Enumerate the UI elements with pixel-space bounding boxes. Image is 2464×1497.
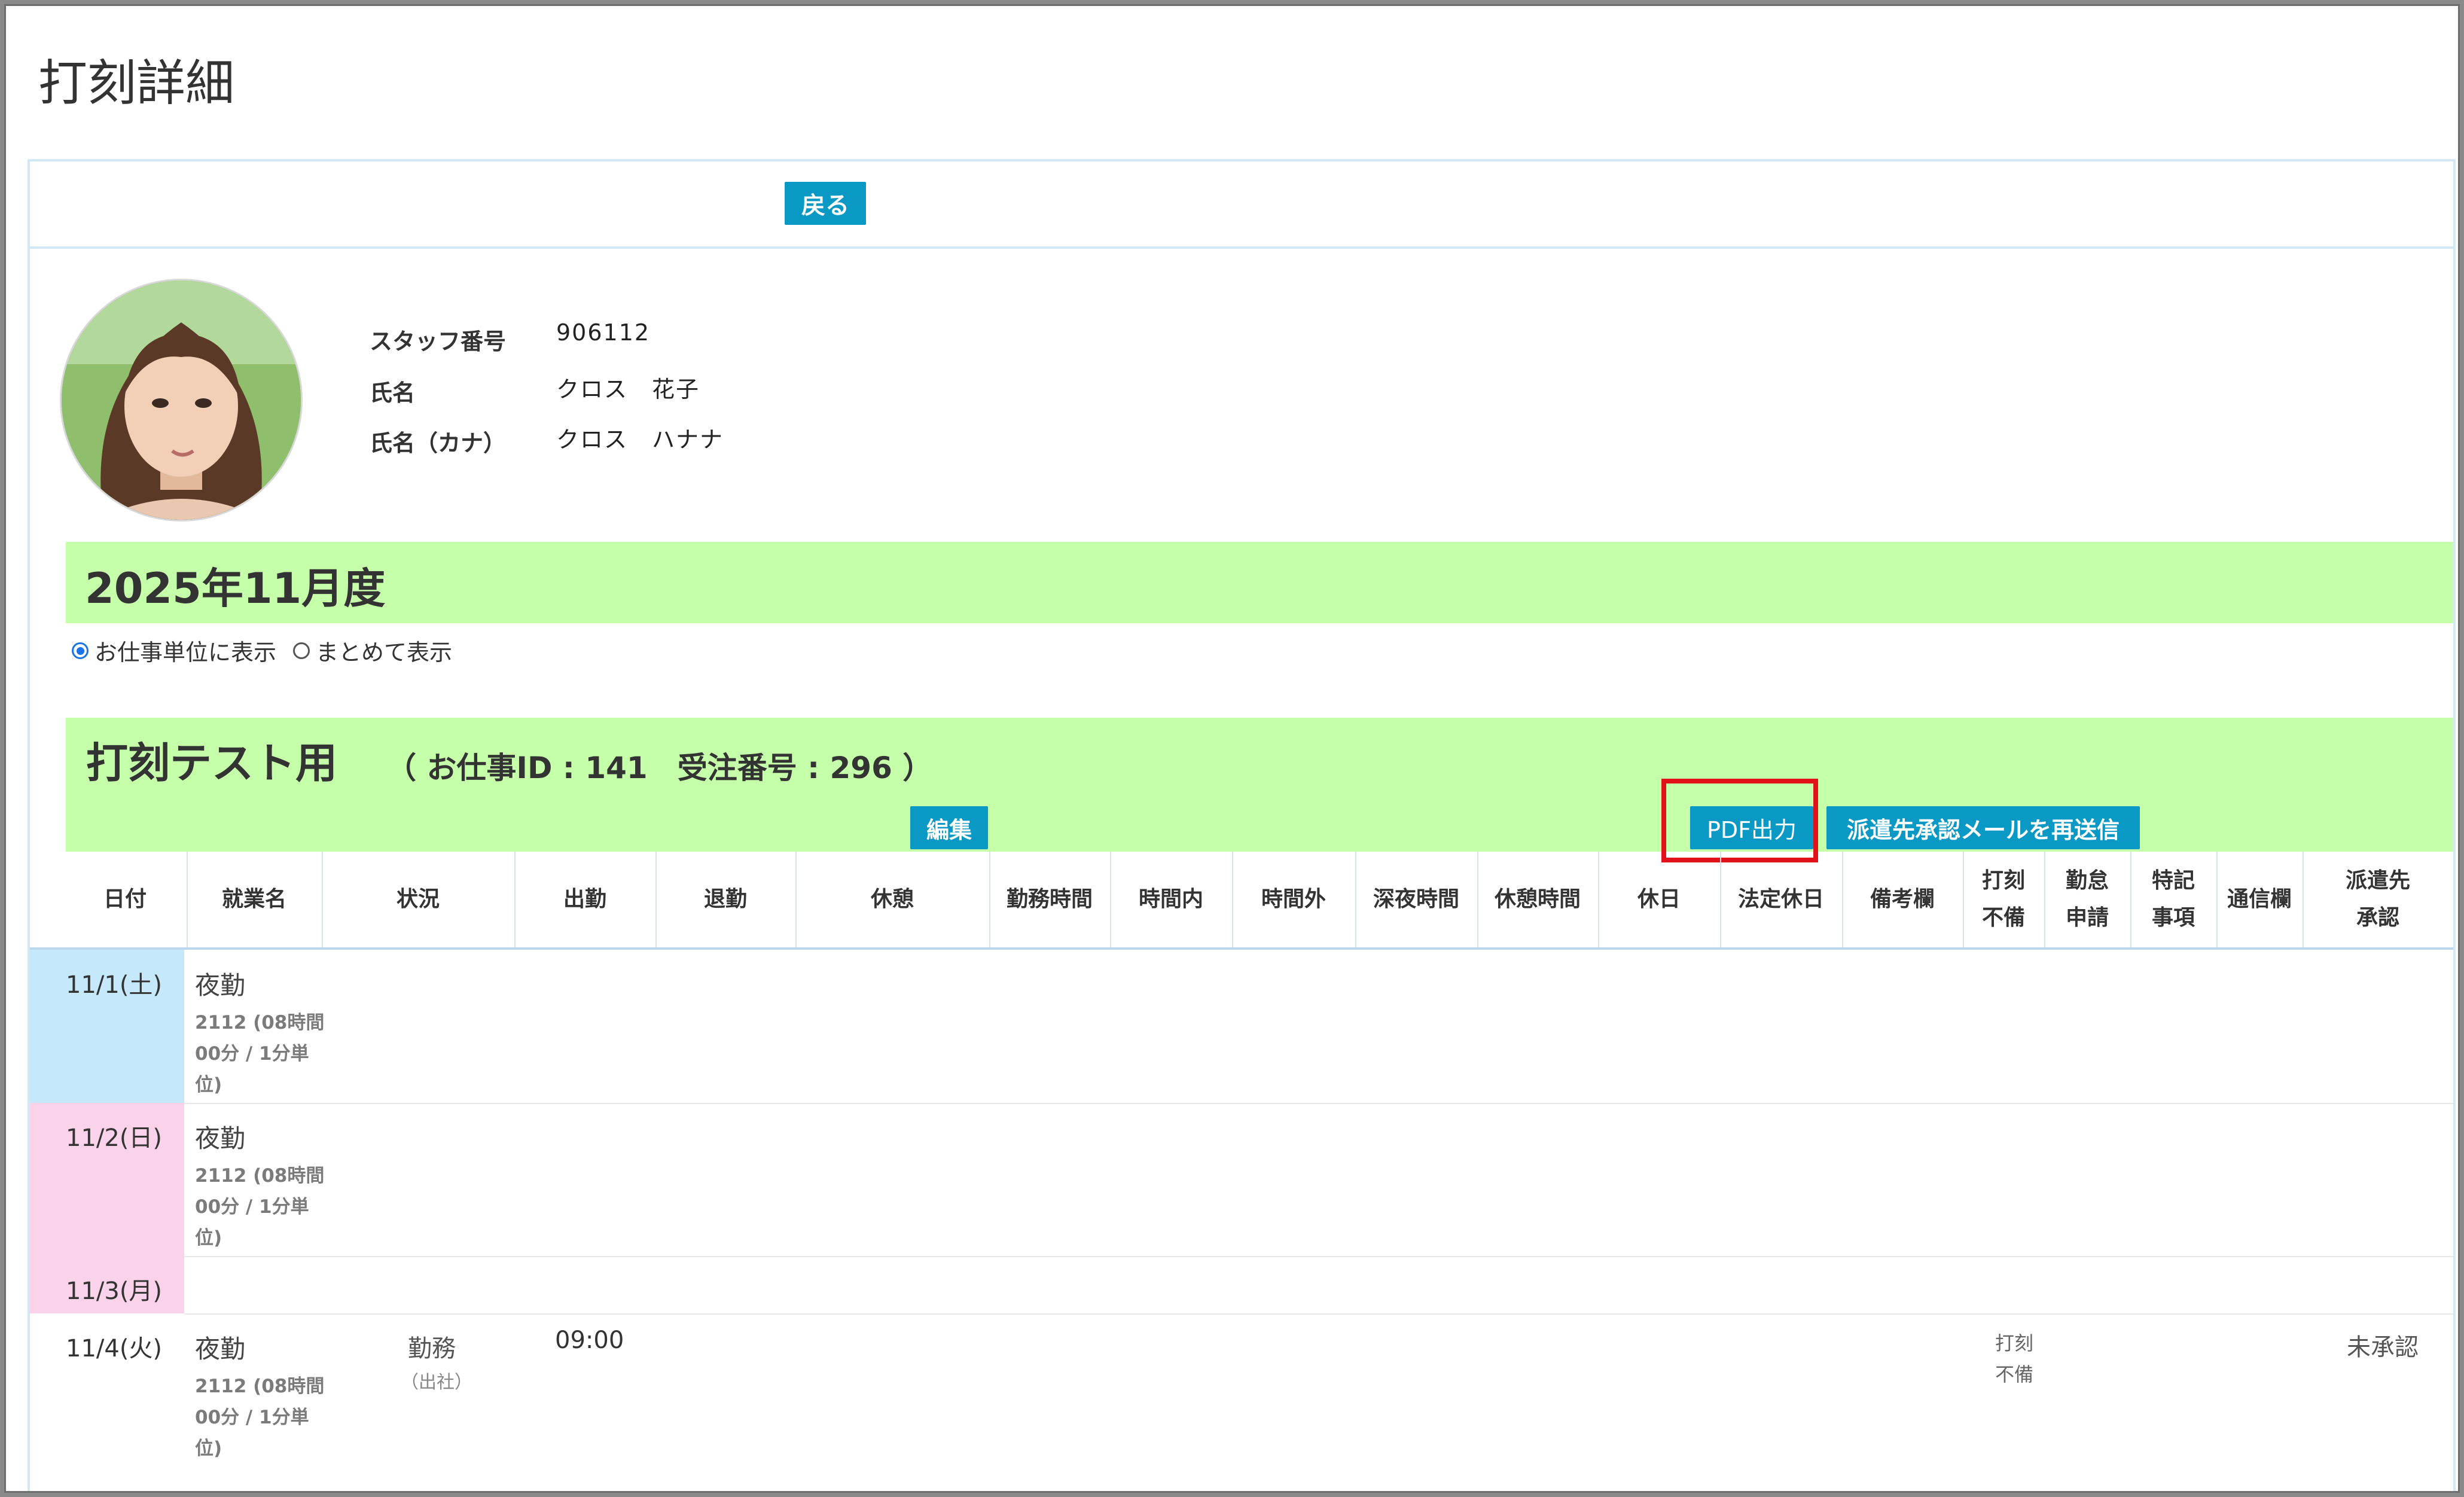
staff-kana-label: 氏名（カナ） (370, 430, 507, 456)
column-divider (795, 852, 797, 947)
row-job-name: 夜勤 (195, 971, 246, 1000)
month-header: 2025年11月度 (66, 542, 2453, 623)
row-job-detail: 2112 (08時間00分 / 1分単位) (195, 1165, 325, 1249)
column-divider (2303, 852, 2304, 947)
row-stamp-missing: 打刻 不備 (1995, 1332, 2034, 1386)
column-header: 出勤 (563, 887, 606, 911)
column-divider (2130, 852, 2131, 947)
job-header: 打刻テスト用 （ お仕事ID : 141 受注番号 : 296 ） 編集 PDF… (66, 718, 2453, 862)
radio-per-job-label[interactable]: お仕事単位に表示 (94, 634, 276, 667)
table-row: 11/2(日) 夜勤 2112 (08時間00分 / 1分単位) (30, 1103, 2453, 1257)
staff-number-value: 906112 (556, 319, 651, 346)
row-date: 11/4(火) (66, 1335, 163, 1362)
detail-panel: 戻る スタッフ番号 906112 氏名 クロス 花子 氏名（カナ） クロス ハナ… (28, 159, 2456, 1491)
staff-name-label: 氏名 (370, 380, 416, 406)
avatar (60, 279, 303, 522)
column-header: 就業名 (221, 887, 286, 911)
row-date: 11/2(日) (66, 1124, 163, 1152)
column-header: 打刻 不備 (1981, 868, 2025, 930)
table-row: 11/4(火) 夜勤 2112 (08時間00分 / 1分単位) 勤務 （出社） 09:0… (30, 1313, 2453, 1491)
column-divider (2216, 852, 2218, 947)
column-divider (187, 852, 188, 947)
toolbar: 戻る (30, 161, 2453, 249)
row-job-name: 夜勤 (195, 1334, 246, 1364)
column-divider (1355, 852, 1356, 947)
column-header: 休日 (1637, 887, 1681, 911)
column-divider (1110, 852, 1111, 947)
column-header: 時間内 (1138, 887, 1203, 911)
row-job-detail: 2112 (08時間00分 / 1分単位) (195, 1376, 325, 1459)
row-job-name: 夜勤 (195, 1124, 246, 1153)
row-job-detail: 2112 (08時間00分 / 1分単位) (195, 1012, 325, 1096)
table-row: 11/1(土) 夜勤 2112 (08時間00分 / 1分単位) (30, 950, 2453, 1104)
staff-number-label: スタッフ番号 (370, 328, 507, 355)
edit-button[interactable]: 編集 (910, 806, 988, 849)
row-date: 11/3(月) (66, 1278, 163, 1305)
column-divider (1598, 852, 1599, 947)
row-date: 11/1(土) (66, 971, 163, 999)
row-status-sub: （出社） (401, 1372, 472, 1393)
column-header: 勤怠 申請 (2065, 868, 2109, 930)
column-divider (322, 852, 323, 947)
column-header: 備考欄 (1870, 887, 1935, 911)
pdf-export-button[interactable]: PDF出力 (1690, 806, 1813, 849)
column-header: 深夜時間 (1373, 887, 1459, 911)
view-mode-radio-group: お仕事単位に表示 まとめて表示 (72, 634, 452, 667)
window: 打刻詳細 戻る スタッフ番号 906112 氏名 クロス 花子 氏名（カナ） ク (6, 6, 2458, 1491)
column-header: 派遣先 承認 (2345, 868, 2410, 930)
column-header: 法定休日 (1737, 887, 1824, 911)
back-button[interactable]: 戻る (785, 182, 866, 225)
column-header: 退勤 (703, 887, 747, 911)
column-header: 休憩 (870, 887, 914, 911)
job-title: 打刻テスト用 (86, 739, 337, 788)
column-header: 勤務時間 (1006, 887, 1093, 911)
job-meta: （ お仕事ID : 141 受注番号 : 296 ） (386, 751, 933, 785)
row-clock-in: 09:00 (555, 1327, 624, 1354)
column-divider (514, 852, 516, 947)
column-divider (1477, 852, 1478, 947)
row-status: 勤務 (408, 1335, 456, 1362)
table-row: 11/3(月) (30, 1256, 2453, 1315)
column-header: 休憩時間 (1494, 887, 1581, 911)
column-divider (1842, 852, 1843, 947)
avatar-photo (62, 281, 301, 520)
column-divider (1963, 852, 1964, 947)
column-header: 特記 事項 (2151, 868, 2195, 930)
staff-kana-value: クロス ハナナ (556, 426, 724, 453)
column-header: 時間外 (1261, 887, 1326, 911)
column-header: 状況 (396, 887, 440, 911)
resend-approval-mail-button[interactable]: 派遣先承認メールを再送信 (1826, 806, 2140, 849)
column-header: 日付 (103, 887, 147, 911)
column-divider (655, 852, 657, 947)
radio-per-job[interactable] (72, 642, 89, 659)
radio-combined[interactable] (293, 642, 310, 659)
row-approval: 未承認 (2347, 1334, 2419, 1361)
staff-name-value: クロス 花子 (556, 376, 700, 403)
radio-combined-label[interactable]: まとめて表示 (316, 634, 452, 667)
page-title: 打刻詳細 (38, 55, 235, 112)
table-header: 日付 就業名 状況 出勤 退勤 休憩 勤務時間 時間内 時間外 深夜時間 休憩時間 休日 法定休日 備考欄… (30, 852, 2453, 950)
column-divider (2044, 852, 2045, 947)
month-title: 2025年11月度 (85, 564, 386, 613)
column-divider (1720, 852, 1721, 947)
column-divider (989, 852, 990, 947)
column-header: 通信欄 (2227, 887, 2292, 911)
column-divider (1232, 852, 1233, 947)
